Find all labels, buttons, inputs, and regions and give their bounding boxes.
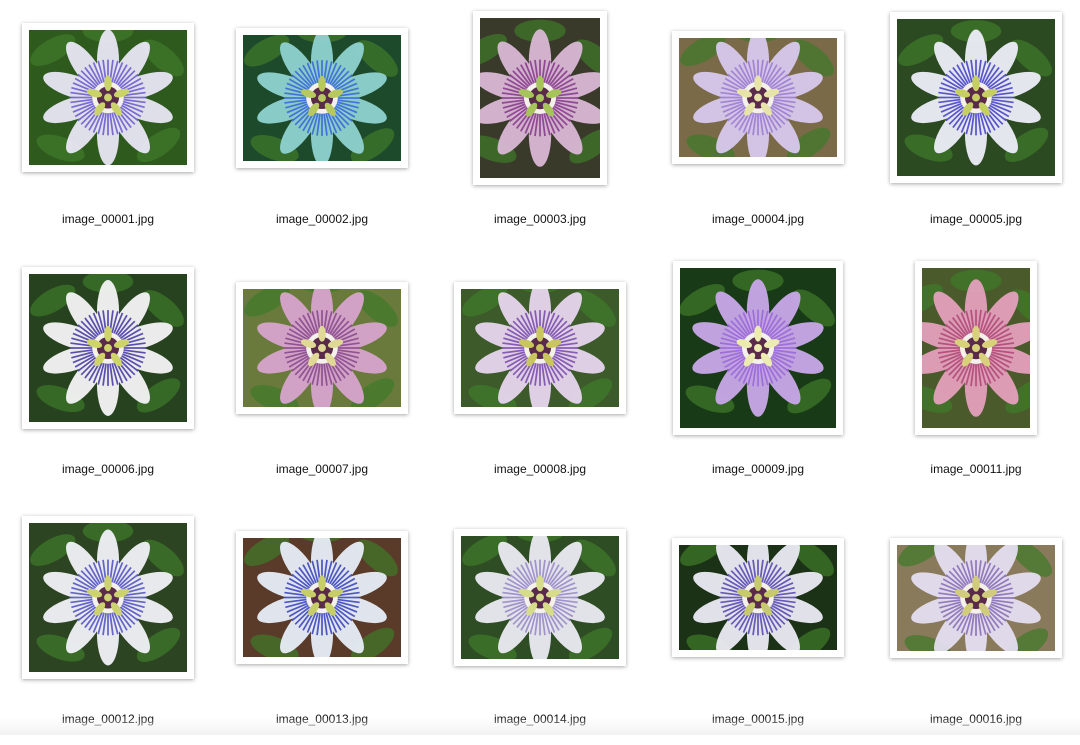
passion-flower-frilly-image [461,536,619,659]
passion-flower-pink-image [243,288,401,407]
file-name-label[interactable]: image_00016.jpg [868,712,1080,726]
passion-flower-frilly-image [679,38,837,157]
thumbnail[interactable] [22,23,194,172]
file-name-label[interactable]: image_00005.jpg [868,212,1080,226]
file-name-label[interactable]: image_00006.jpg [0,462,216,476]
thumbnail[interactable] [915,260,1037,435]
passion-flower-pink-star-image [922,267,1030,428]
file-name-label[interactable]: image_00004.jpg [650,212,866,226]
file-item[interactable]: image_00014.jpg [432,500,648,745]
file-item[interactable]: image_00015.jpg [650,500,866,745]
passion-flower-purple-image [461,288,619,407]
passion-flower-lavender-image [897,544,1055,651]
passion-flower-lavender-image [680,267,836,428]
file-item[interactable]: image_00005.jpg [868,0,1080,245]
passion-flower-blue-image [679,545,837,650]
thumbnail[interactable] [473,10,607,185]
thumbnail[interactable] [890,537,1062,658]
thumbnail[interactable] [454,281,626,414]
thumbnail[interactable] [454,529,626,666]
file-item[interactable]: image_00012.jpg [0,500,216,745]
file-item[interactable]: image_00016.jpg [868,500,1080,745]
passion-flower-white-image [29,273,187,422]
file-item[interactable]: image_00002.jpg [214,0,430,245]
passion-flower-blue-image [243,538,401,657]
file-name-label[interactable]: image_00009.jpg [650,462,866,476]
file-name-label[interactable]: image_00011.jpg [868,462,1080,476]
file-name-label[interactable]: image_00012.jpg [0,712,216,726]
file-name-label[interactable]: image_00002.jpg [214,212,430,226]
file-item[interactable]: image_00003.jpg [432,0,648,245]
thumbnail[interactable] [236,281,408,414]
thumbnail[interactable] [236,531,408,664]
passion-flower-blue-image [29,30,187,165]
thumbnail[interactable] [236,27,408,168]
file-item[interactable]: image_00004.jpg [650,0,866,245]
passion-flower-teal-image [243,34,401,161]
file-name-label[interactable]: image_00013.jpg [214,712,430,726]
file-name-label[interactable]: image_00014.jpg [432,712,648,726]
thumbnail[interactable] [673,260,843,435]
file-item[interactable]: image_00011.jpg [868,250,1080,495]
thumbnail[interactable] [22,516,194,679]
file-name-label[interactable]: image_00007.jpg [214,462,430,476]
file-item[interactable]: image_00006.jpg [0,250,216,495]
file-item[interactable]: image_00009.jpg [650,250,866,495]
file-name-label[interactable]: image_00001.jpg [0,212,216,226]
file-item[interactable]: image_00007.jpg [214,250,430,495]
thumbnail[interactable] [672,31,844,164]
file-item[interactable]: image_00001.jpg [0,0,216,245]
file-grid: image_00001.jpg image_00002.jpg image_00… [0,0,1080,735]
passion-flower-pink-image [480,17,600,178]
file-name-label[interactable]: image_00008.jpg [432,462,648,476]
file-name-label[interactable]: image_00003.jpg [432,212,648,226]
file-name-label[interactable]: image_00015.jpg [650,712,866,726]
passion-flower-blue-image [897,19,1055,176]
thumbnail[interactable] [890,12,1062,183]
file-item[interactable]: image_00008.jpg [432,250,648,495]
thumbnail[interactable] [22,266,194,429]
file-item[interactable]: image_00013.jpg [214,500,430,745]
passion-flower-blue-image [29,523,187,672]
thumbnail[interactable] [672,538,844,657]
